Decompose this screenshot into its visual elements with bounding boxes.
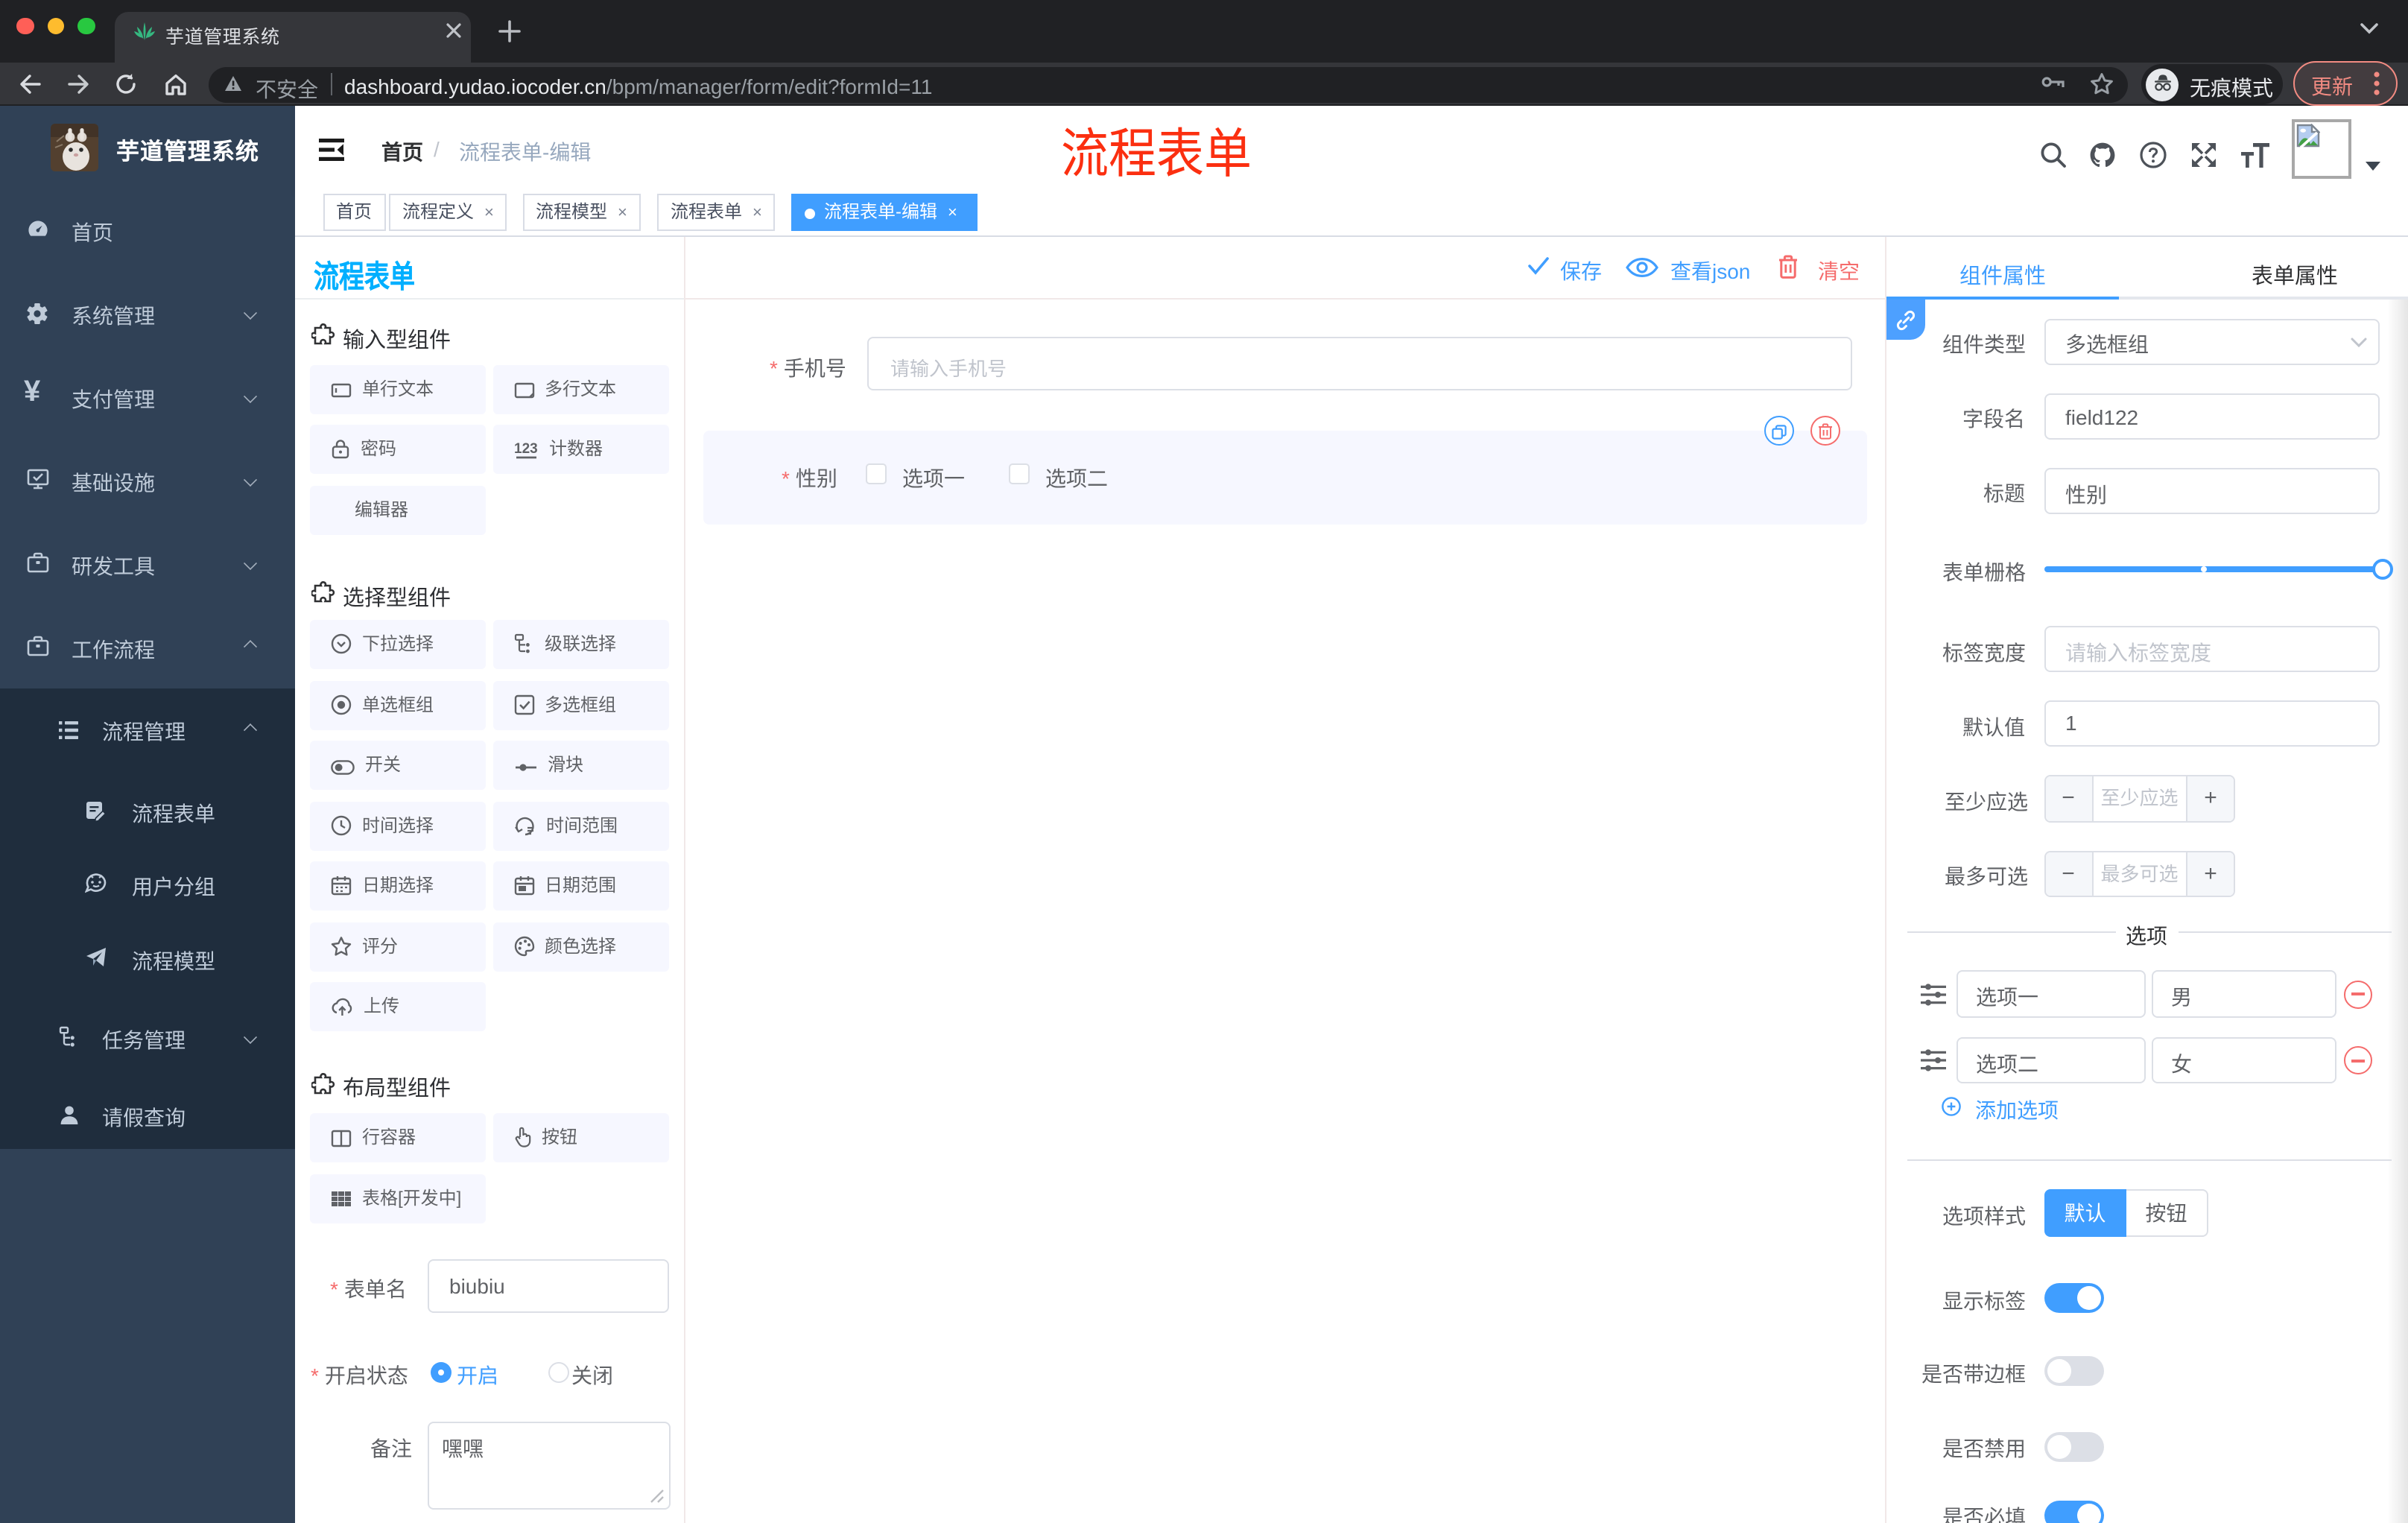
svg-text:123: 123 bbox=[513, 441, 537, 457]
